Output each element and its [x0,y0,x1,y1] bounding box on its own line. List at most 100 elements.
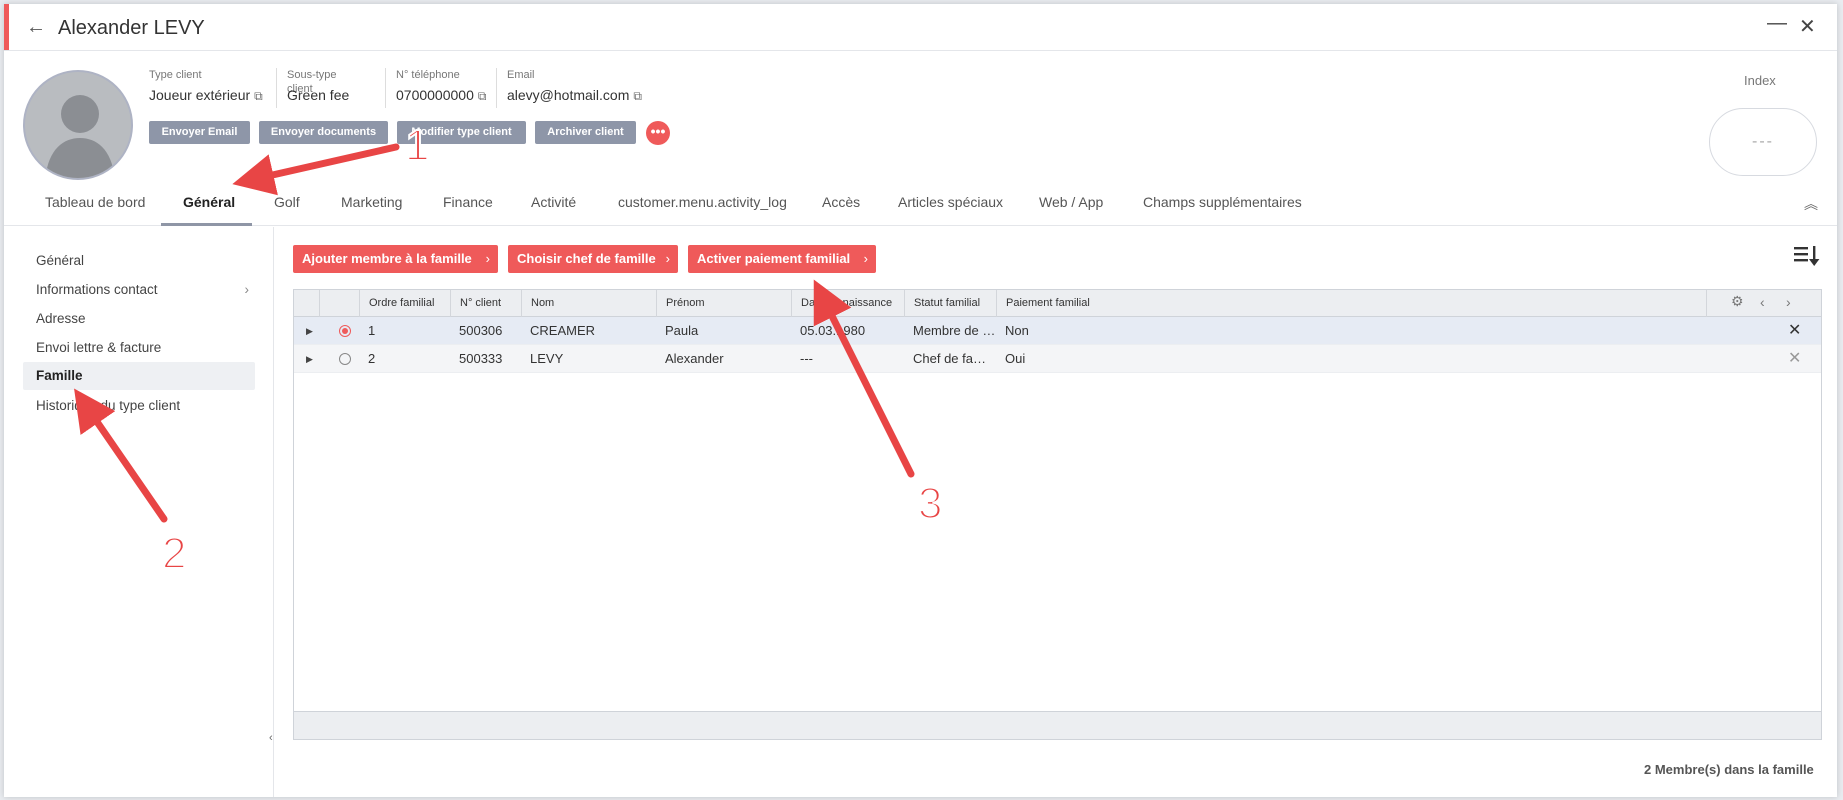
field-label: Email [507,69,535,81]
sidenav-label: Général [36,253,85,268]
tab-acces[interactable]: Accès [822,194,860,210]
button-label: Activer paiement familial [697,251,851,266]
row-select-radio[interactable] [339,325,351,337]
table-row[interactable]: ▶ 2 500333 LEVY Alexander --- Chef de fa… [294,345,1821,373]
field-telephone: N° téléphone 0700000000 ⧉ [385,68,486,108]
col-date-naissance[interactable]: Date de naissance [791,290,904,317]
customer-window: ← Alexander LEVY — ✕ Type client Joueur … [4,4,1837,797]
tab-articles-speciaux[interactable]: Articles spéciaux [898,194,1003,210]
sidenav-label: Adresse [36,311,86,326]
cell-nom: LEVY [530,351,564,366]
send-email-button[interactable]: Envoyer Email [149,121,250,144]
sort-icon[interactable] [1794,244,1820,274]
family-grid: Ordre familial N° client Nom Prénom Date… [293,289,1822,740]
tab-activity-log[interactable]: customer.menu.activity_log [618,194,787,210]
field-value: 0700000000 [396,87,474,103]
cell-paiement: Non [1005,323,1029,338]
sidenav-item-informations-contact[interactable]: Informations contact › [23,276,255,304]
tab-web-app[interactable]: Web / App [1039,194,1103,210]
more-actions-button[interactable]: ••• [646,121,670,145]
cell-statut: Chef de famille [913,351,996,366]
field-label: N° téléphone [396,69,460,81]
cell-prenom: Alexander [665,351,724,366]
choose-family-head-button[interactable]: Choisir chef de famille › [508,245,678,273]
title-bar: ← Alexander LEVY — ✕ [4,4,1837,51]
cell-paiement: Oui [1005,351,1026,366]
cell-client: 500306 [459,323,503,338]
col-no-client[interactable]: N° client [450,290,521,317]
sidebar-collapse-icon[interactable]: ‹ [269,732,273,744]
arrow-left-icon[interactable]: ← [26,16,46,39]
activate-family-payment-button[interactable]: Activer paiement familial › [688,245,876,273]
sidenav-label: Famille [36,368,83,383]
sidenav-item-envoi-lettre[interactable]: Envoi lettre & facture [23,334,255,362]
minimize-icon[interactable]: — [1767,12,1787,35]
add-family-member-button[interactable]: Ajouter membre à la famille › [293,245,498,273]
cell-prenom: Paula [665,323,699,338]
field-value: Joueur extérieur [149,87,251,103]
col-prenom[interactable]: Prénom [656,290,791,317]
tab-marketing[interactable]: Marketing [341,194,402,210]
edit-client-type-button[interactable]: Modifier type client [397,121,526,144]
col-paiement-familial[interactable]: Paiement familial [996,290,1706,317]
cell-ordre: 1 [368,323,376,338]
tab-finance[interactable]: Finance [443,194,493,210]
col-statut-familial[interactable]: Statut familial [904,290,996,317]
field-value: alevy@hotmail.com [507,87,630,103]
cell-client: 500333 [459,351,503,366]
tab-activite[interactable]: Activité [531,194,576,210]
sidenav-label: Historique du type client [36,398,181,413]
tab-golf[interactable]: Golf [274,194,300,210]
remove-member-icon[interactable]: ✕ [1788,317,1801,345]
send-documents-button[interactable]: Envoyer documents [259,121,388,144]
expand-row-icon[interactable]: ▶ [306,317,313,345]
chevron-left-icon[interactable]: ‹ [1760,294,1765,310]
remove-member-icon[interactable]: ✕ [1788,345,1801,373]
external-link-icon[interactable]: ⧉ [633,89,642,103]
sidenav-item-adresse[interactable]: Adresse [23,305,255,333]
field-label: Sous-type client [287,69,337,95]
header-select [319,290,359,317]
external-link-icon[interactable]: ⧉ [478,89,487,103]
button-label: Ajouter membre à la famille [302,251,472,266]
grid-header: Ordre familial N° client Nom Prénom Date… [294,290,1821,317]
index-label: Index [1744,73,1776,88]
cell-naissance: --- [800,351,813,366]
sidenav-label: Informations contact [36,282,158,297]
chevron-right-icon: › [485,251,490,266]
expand-row-icon[interactable]: ▶ [306,345,313,373]
grid-footer [294,711,1821,739]
side-navigation: Général Informations contact › Adresse En… [4,227,274,797]
field-type-client: Type client Joueur extérieur ⧉ [149,68,263,108]
sidenav-label: Envoi lettre & facture [36,340,162,355]
field-sous-type-client: Sous-type client Green fee [276,68,349,108]
cell-ordre: 2 [368,351,376,366]
row-select-radio[interactable] [339,353,351,365]
tab-tableau-de-bord[interactable]: Tableau de bord [45,194,145,210]
sidenav-item-historique[interactable]: Historique du type client [23,392,255,420]
tab-bar: Tableau de bord Général Golf Marketing F… [4,186,1837,226]
member-count: 2 Membre(s) dans la famille [1644,762,1814,777]
field-email: Email alevy@hotmail.com ⧉ [496,68,642,108]
sidenav-item-famille[interactable]: Famille [23,362,255,390]
avatar [23,70,133,180]
table-row[interactable]: ▶ 1 500306 CREAMER Paula 05.03.1980 Memb… [294,317,1821,345]
archive-client-button[interactable]: Archiver client [535,121,636,144]
col-nom[interactable]: Nom [521,290,656,317]
chevron-right-icon[interactable]: › [1786,294,1791,310]
tab-champs-supplementaires[interactable]: Champs supplémentaires [1143,194,1302,210]
collapse-up-icon[interactable]: ︽ [1804,194,1818,214]
cell-naissance: 05.03.1980 [800,323,866,338]
tab-general[interactable]: Général [183,194,235,210]
sidenav-item-general[interactable]: Général [23,247,255,275]
gear-icon[interactable]: ⚙ [1731,293,1744,310]
close-icon[interactable]: ✕ [1799,14,1816,39]
col-ordre-familial[interactable]: Ordre familial [359,290,450,317]
cell-nom: CREAMER [530,323,596,338]
field-label: Type client [149,69,202,81]
index-value: --- [1709,108,1817,176]
field-value: Green fee [287,87,350,103]
chevron-right-icon: › [244,282,250,297]
external-link-icon[interactable]: ⧉ [254,89,263,103]
active-tab-indicator [161,223,252,226]
